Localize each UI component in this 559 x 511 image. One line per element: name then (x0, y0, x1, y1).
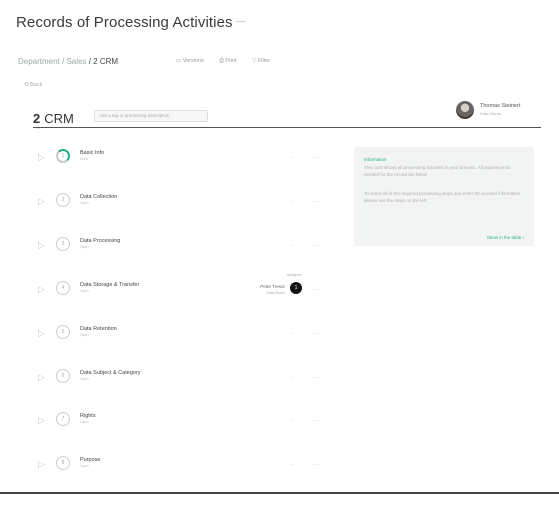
step-item[interactable]: ▷ 2 Data Collection Open — —— (0, 191, 330, 221)
step-item[interactable]: ▷ 1 Basic Info Done — —— (0, 147, 330, 177)
tag-input[interactable]: Add a tag or processing description (94, 110, 208, 122)
step-progress-icon: 8 (56, 456, 70, 470)
play-icon[interactable]: ▷ (38, 240, 45, 251)
user-role: Data Owner (480, 111, 502, 116)
step-item[interactable]: ▷ 8 Purpose Open — —— (0, 454, 330, 484)
step-label: Data Collection (80, 194, 118, 200)
step-status: Open (80, 420, 89, 424)
step-status: Open (80, 333, 89, 337)
assignee-role: Data Owner (266, 291, 285, 295)
step-progress-icon: 7 (56, 412, 70, 426)
bottom-divider (0, 492, 559, 494)
print-button[interactable]: ⎙ Print (219, 58, 236, 64)
play-icon[interactable]: ▷ (38, 152, 45, 163)
step-meta: — (291, 462, 295, 466)
assignee-badge[interactable]: 1 (290, 282, 302, 294)
step-meta: —— (313, 462, 320, 466)
step-item[interactable]: ▷ 6 Data Subject & Category Open — —— (0, 367, 330, 397)
step-progress-icon: 2 (56, 193, 70, 207)
step-progress-icon: 1 (56, 149, 70, 163)
step-meta: — (291, 375, 295, 379)
step-item[interactable]: ▷ 3 Data Processing Open — —— (0, 235, 330, 265)
play-icon[interactable]: ▷ (38, 415, 45, 426)
step-meta: —— (313, 331, 320, 335)
step-status: Open (80, 464, 89, 468)
play-icon[interactable]: ▷ (38, 328, 45, 339)
step-progress-icon: 4 (56, 281, 70, 295)
breadcrumb-current: 2 CRM (93, 57, 119, 66)
step-label: Basic Info (80, 150, 105, 156)
assignee-name: Peter Tresor (260, 284, 285, 289)
step-status: Open (80, 245, 89, 249)
header-divider (33, 127, 541, 128)
step-meta: — (291, 418, 295, 422)
step-meta: —— (313, 375, 320, 379)
info-panel: Information This card shows all processi… (354, 147, 534, 246)
info-paragraph: This card shows all processing activitie… (364, 165, 511, 177)
info-link[interactable]: Show in the table › (487, 235, 524, 240)
record-number: 2 (33, 111, 41, 126)
step-progress-icon: 5 (56, 325, 70, 339)
versions-button[interactable]: ▭ Versions (176, 58, 204, 64)
step-status: Open (80, 201, 89, 205)
step-label: Data Processing (80, 238, 121, 244)
step-meta: — (291, 155, 295, 159)
step-status: Open (80, 289, 89, 293)
filter-button[interactable]: ▽ Filter (252, 58, 270, 64)
info-paragraph: To check all of the required processing … (364, 191, 521, 203)
info-title: Information (364, 157, 387, 162)
breadcrumb: Department / Sales / 2 CRM (18, 57, 118, 66)
step-item[interactable]: ▷ 5 Data Retention Open — —— (0, 323, 330, 353)
step-meta: —— (313, 287, 320, 291)
play-icon[interactable]: ▷ (38, 196, 45, 207)
play-icon[interactable]: ▷ (38, 284, 45, 295)
toolbar: ▭ Versions ⎙ Print ▽ Filter (176, 58, 284, 65)
step-meta: — (291, 331, 295, 335)
step-label: Data Retention (80, 326, 117, 332)
avatar[interactable] (456, 101, 474, 119)
step-status: Done (80, 157, 89, 161)
breadcrumb-parent[interactable]: Department / Sales (18, 57, 86, 66)
title-dropdown-icon[interactable]: — (236, 16, 245, 26)
play-icon[interactable]: ▷ (38, 372, 45, 383)
play-icon[interactable]: ▷ (38, 459, 45, 470)
record-header: 2 CRM (33, 111, 74, 126)
step-progress-icon: 6 (56, 369, 70, 383)
step-meta: — (291, 199, 295, 203)
step-progress-icon: 3 (56, 237, 70, 251)
step-label: Rights (80, 413, 96, 419)
step-meta: —— (313, 418, 320, 422)
step-meta: —— (313, 155, 320, 159)
step-label: Purpose (80, 457, 101, 463)
step-item[interactable]: ▷ 7 Rights Open — —— (0, 410, 330, 440)
step-meta: —— (313, 199, 320, 203)
assignee-caption: Assignee (287, 273, 302, 277)
step-label: Data Subject & Category (80, 370, 141, 376)
step-meta: —— (313, 243, 320, 247)
back-link[interactable]: ⟲ Back (24, 82, 42, 88)
step-status: Open (80, 377, 89, 381)
page-title: Records of Processing Activities (16, 14, 233, 31)
step-label: Data Storage & Transfer (80, 282, 140, 288)
user-name: Thomas Steinert (480, 103, 521, 109)
step-meta: — (291, 243, 295, 247)
record-name: CRM (44, 111, 74, 126)
